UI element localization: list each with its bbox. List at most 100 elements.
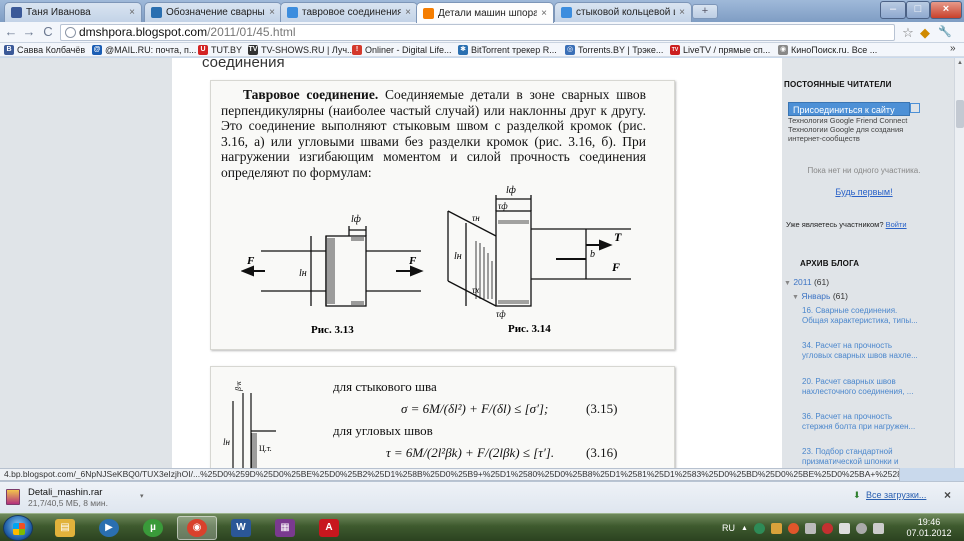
bookmark-item[interactable]: @ @MAIL.RU: почта, п... — [92, 43, 196, 57]
url-path: /2011/01/45.html — [207, 25, 296, 39]
google-icon — [561, 7, 572, 18]
bookmark-label: Torrents.BY | Трэке... — [578, 45, 664, 55]
formula-number: (3.16) — [586, 445, 618, 460]
bookmarks-more-button[interactable]: » — [950, 43, 956, 54]
site-icon — [151, 7, 162, 18]
taskbar-winrar[interactable]: ▦ — [265, 516, 305, 540]
scanned-formula-image[interactable]: β·к lн Ц.т. для стыкового шва σ = 6M/(δl… — [210, 366, 675, 468]
archive-month-label[interactable]: Январь — [801, 291, 830, 301]
bookmark-star-icon[interactable]: ☆ — [900, 25, 916, 41]
tab-close-icon[interactable]: × — [405, 7, 411, 18]
tab-svarnye-shvy[interactable]: Обозначение сварных шв × — [144, 2, 282, 22]
torrents-by-icon: ◎ — [565, 45, 575, 55]
download-shelf: Detali_mashin.rar 21,7/40,5 МБ, 8 мин. ▾… — [0, 481, 964, 513]
archive-post-link[interactable]: 20. Расчет сварных швов нахлесточного со… — [802, 377, 920, 396]
extension-icon[interactable]: ◆ — [917, 25, 933, 41]
start-button[interactable] — [3, 515, 33, 541]
tab-detali-mashin[interactable]: Детали машин шпора: 45. × — [416, 2, 554, 23]
minimize-button[interactable]: – — [880, 1, 906, 19]
taskbar-utorrent[interactable]: µ — [133, 516, 173, 540]
tau-phi-label: τф — [498, 201, 508, 211]
archive-post-link[interactable]: 36. Расчет на прочность стержня болта пр… — [802, 412, 920, 431]
join-site-button[interactable]: Присоединиться к сайту — [788, 102, 910, 116]
bookmark-item[interactable]: ◎ Torrents.BY | Трэке... — [565, 43, 663, 57]
flag-tray-icon[interactable] — [804, 522, 816, 534]
folder-icon: ▤ — [55, 519, 75, 537]
antivirus-tray-icon[interactable] — [770, 522, 782, 534]
clock[interactable]: 19:46 07.01.2012 — [902, 517, 956, 539]
tau-x-label: τx — [472, 285, 479, 295]
language-indicator[interactable]: RU — [722, 523, 735, 533]
bookmark-item[interactable]: TV TV-SHOWS.RU | Луч... — [248, 43, 355, 57]
archive-post-link[interactable]: 16. Сварные соединения. Общая характерис… — [802, 306, 920, 325]
tab-tavrovoe-search[interactable]: тавровое соединения расч × — [280, 2, 418, 22]
bookmark-item[interactable]: TV LiveTV / прямые сп... — [670, 43, 770, 57]
tau-phi-label: τф — [496, 309, 506, 319]
tab-close-icon[interactable]: × — [129, 7, 135, 18]
tab-title: Обозначение сварных шв — [166, 7, 265, 18]
back-button[interactable]: ← — [2, 24, 20, 41]
bookmarks-bar: В Савва Колбачёв @ @MAIL.RU: почта, п...… — [0, 43, 964, 57]
already-member: Уже являетесь участником? Войти — [786, 220, 907, 229]
archive-year[interactable]: ▼ 2011 (61) — [784, 277, 829, 287]
taskbar-media-player[interactable]: ▶ — [89, 516, 129, 540]
archive-post-link[interactable]: 23. Подбор стандартной призматической шп… — [802, 447, 920, 466]
title-bar: Таня Иванова × Обозначение сварных шв × … — [0, 0, 964, 23]
forward-button[interactable]: → — [20, 24, 38, 41]
power-tray-icon[interactable] — [838, 522, 850, 534]
scanned-page-image[interactable]: Тавровое соединение. Соединяемые детали … — [210, 80, 675, 350]
signal-tray-icon[interactable] — [872, 522, 884, 534]
download-menu-icon[interactable]: ▾ — [140, 492, 144, 500]
bookmark-item[interactable]: ✱ BitTorrent трекер R... — [458, 43, 557, 57]
tab-styk-shov[interactable]: стыковой кольцевой шов × — [554, 2, 692, 22]
bookmark-item[interactable]: ◉ КиноПоиск.ru. Все ... — [778, 43, 877, 57]
expand-triangle-icon[interactable]: ▼ — [792, 294, 799, 301]
tab-close-icon[interactable]: × — [269, 7, 275, 18]
reload-button[interactable]: C — [39, 24, 57, 41]
fillet-weld-label: для угловых швов — [333, 423, 433, 438]
archive-month[interactable]: ▼ Январь (61) — [792, 291, 848, 301]
scroll-up-icon[interactable]: ▲ — [956, 59, 964, 67]
force-label: F — [408, 255, 417, 267]
l-n-label: lн — [223, 437, 231, 447]
tab-close-icon[interactable]: × — [541, 8, 547, 19]
close-shelf-button[interactable]: × — [944, 488, 951, 502]
l-n-label: lн — [454, 251, 462, 262]
download-progress-text: 21,7/40,5 МБ, 8 мин. — [28, 498, 108, 508]
bookmark-item[interactable]: U TUT.BY — [198, 43, 242, 57]
address-bar[interactable]: dmshpora.blogspot.com/2011/01/45.html — [60, 24, 895, 41]
new-tab-button[interactable]: + — [692, 4, 718, 19]
all-downloads-link[interactable]: Все загрузки... — [866, 490, 926, 500]
archive-post-link[interactable]: 34. Расчет на прочность угловых сварных … — [802, 341, 920, 360]
show-hidden-icons-icon[interactable]: ▲ — [741, 525, 748, 532]
archive-year-count: (61) — [813, 277, 830, 287]
tab-close-icon[interactable]: × — [679, 7, 685, 18]
be-first-link[interactable]: Будь первым! — [794, 187, 934, 197]
taskbar-explorer[interactable]: ▤ — [45, 516, 85, 540]
archive-year-label[interactable]: 2011 — [793, 277, 811, 287]
bookmark-label: @MAIL.RU: почта, п... — [105, 45, 197, 55]
followers-heading: ПОСТОЯННЫЕ ЧИТАТЕЛИ — [784, 80, 892, 89]
scrollbar-thumb[interactable] — [956, 100, 964, 128]
maximize-button[interactable]: □ — [906, 1, 930, 19]
vertical-scrollbar[interactable]: ▲ — [954, 58, 964, 468]
tab-tanya-ivanova[interactable]: Таня Иванова × — [4, 2, 142, 22]
volume-tray-icon[interactable] — [855, 522, 867, 534]
bookmark-item[interactable]: ! Onliner - Digital Life... — [352, 43, 452, 57]
network-tray-icon[interactable] — [753, 522, 765, 534]
tab-title: стыковой кольцевой шов — [576, 7, 675, 18]
close-window-button[interactable]: × — [930, 1, 962, 19]
download-item[interactable]: Detali_mashin.rar 21,7/40,5 МБ, 8 мин. ▾ — [6, 486, 146, 510]
bookmark-item[interactable]: В Савва Колбачёв — [4, 43, 85, 57]
wrench-icon[interactable]: 🔧 — [937, 25, 953, 41]
update-tray-icon[interactable] — [821, 522, 833, 534]
app-tray-icon[interactable] — [787, 522, 799, 534]
taskbar-acrobat[interactable]: A — [309, 516, 349, 540]
expand-triangle-icon[interactable]: ▼ — [784, 280, 791, 287]
acrobat-icon: A — [319, 519, 339, 537]
taskbar-word[interactable]: W — [221, 516, 261, 540]
sign-in-link[interactable]: Войти — [886, 220, 907, 229]
external-link-icon[interactable] — [910, 103, 920, 113]
taskbar-chrome[interactable]: ◉ — [177, 516, 217, 540]
tab-title: Детали машин шпора: 45. — [438, 7, 537, 19]
